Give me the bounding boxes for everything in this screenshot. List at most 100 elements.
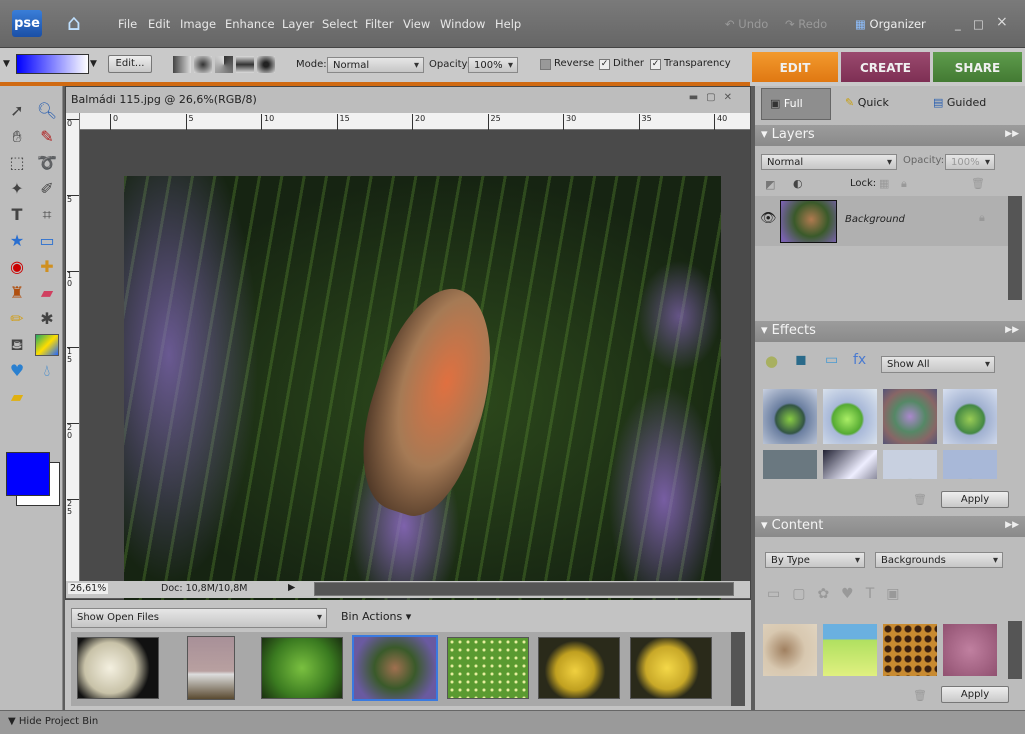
mode-select[interactable]: Normal	[327, 57, 424, 73]
document-image[interactable]	[124, 176, 721, 623]
custom-shape-icon[interactable]: ♥	[5, 360, 29, 382]
layer-opacity-input[interactable]: 100%	[945, 154, 995, 170]
tab-create[interactable]: CREATE	[841, 52, 930, 82]
tool-preset-arrow-icon[interactable]: ▼	[3, 59, 10, 69]
menu-select[interactable]: Select	[322, 17, 357, 31]
tab-share[interactable]: SHARE	[933, 52, 1022, 82]
canvas-area[interactable]	[80, 130, 750, 623]
bin-thumb-yellow-rose-2[interactable]	[630, 637, 712, 699]
quick-selection-icon[interactable]: ✐	[35, 178, 59, 200]
pencil-icon[interactable]: ✏	[5, 308, 29, 330]
red-eye-icon[interactable]: ◉	[5, 256, 29, 278]
magic-wand-icon[interactable]: ✦	[5, 178, 29, 200]
healing-brush-icon[interactable]: ✚	[35, 256, 59, 278]
effects-filter-select[interactable]: Show All	[881, 356, 995, 373]
menu-image[interactable]: Image	[180, 17, 216, 31]
opacity-input[interactable]: 100%	[468, 57, 518, 73]
sponge-tool-icon[interactable]: ▰	[5, 386, 29, 408]
effect-thumb[interactable]	[823, 450, 877, 479]
content-thumb-map[interactable]	[763, 624, 817, 676]
menu-enhance[interactable]: Enhance	[225, 17, 275, 31]
clone-stamp-icon[interactable]: ♜	[5, 282, 29, 304]
bin-thumb-meadow[interactable]	[447, 637, 529, 699]
hide-project-bin-button[interactable]: Hide Project Bin	[19, 716, 98, 727]
content-type-icons[interactable]: ▭▢✿♥T▣	[767, 586, 912, 602]
full-edit-button[interactable]: ▣ Full	[761, 88, 831, 120]
bin-actions-menu[interactable]: Bin Actions ▾	[341, 610, 411, 623]
all-effects-icon[interactable]: fx	[853, 352, 866, 368]
eyedropper-icon[interactable]: ✎	[35, 126, 59, 148]
layer-blend-select[interactable]: Normal	[761, 154, 897, 170]
hide-bin-arrow-icon[interactable]: ▼	[8, 716, 16, 727]
blur-tool-icon[interactable]: 💧︎	[35, 360, 59, 382]
angle-gradient-button[interactable]	[215, 56, 233, 73]
effect-thumb[interactable]	[763, 450, 817, 479]
straighten-icon[interactable]: ▭	[35, 230, 59, 252]
effect-thumb[interactable]	[883, 450, 937, 479]
maximize-button[interactable]: □	[973, 17, 984, 31]
status-menu-arrow-icon[interactable]: ▶	[288, 582, 295, 593]
edit-gradient-button[interactable]: Edit...	[108, 55, 152, 73]
redo-button[interactable]: ↷ Redo	[785, 17, 827, 31]
radial-gradient-button[interactable]	[194, 56, 212, 73]
horizontal-scrollbar[interactable]	[314, 582, 734, 596]
paint-bucket-icon[interactable]: ⛾	[5, 334, 29, 356]
lasso-icon[interactable]: ➰	[35, 152, 59, 174]
transparency-checkbox[interactable]: ✓	[650, 59, 661, 70]
content-scrollbar[interactable]	[1008, 621, 1022, 679]
effect-thumb[interactable]	[823, 389, 877, 444]
document-window-controls[interactable]: ▬▢✕	[689, 92, 740, 103]
eraser-icon[interactable]: ▰	[35, 282, 59, 304]
visibility-eye-icon[interactable]: 👁︎	[760, 211, 777, 226]
marquee-icon[interactable]: ⬚	[5, 152, 29, 174]
layer-styles-icon[interactable]: ◼	[795, 352, 807, 368]
layers-scrollbar[interactable]	[1008, 196, 1022, 300]
bin-thumb-fig-leaf[interactable]	[261, 637, 343, 699]
hand-tool-icon[interactable]: ✋︎	[5, 126, 29, 148]
quick-edit-button[interactable]: ✎ Quick	[845, 96, 889, 109]
filters-icon[interactable]: ●	[765, 352, 778, 370]
content-by-select[interactable]: By Type	[765, 552, 865, 568]
effects-apply-button[interactable]: Apply	[941, 491, 1009, 508]
linear-gradient-button[interactable]	[173, 56, 191, 73]
lock-transparent-icon[interactable]: ▦	[879, 177, 889, 190]
lock-all-icon[interactable]: 🔒︎	[901, 177, 907, 191]
type-tool-icon[interactable]: T	[5, 204, 29, 226]
tab-edit[interactable]: EDIT	[752, 52, 838, 82]
organizer-button[interactable]: ▦ Organizer	[855, 17, 926, 31]
zoom-level[interactable]: 26,61%	[68, 583, 108, 594]
content-category-select[interactable]: Backgrounds	[875, 552, 1003, 568]
effect-thumb[interactable]	[883, 389, 937, 444]
effect-thumb[interactable]	[943, 450, 997, 479]
panel-menu-icon[interactable]: ▶▶	[1005, 325, 1019, 335]
panel-menu-icon[interactable]: ▶▶	[1005, 129, 1019, 139]
zoom-tool-icon[interactable]: 🔍︎	[35, 100, 59, 122]
cookie-cutter-icon[interactable]: ★	[5, 230, 29, 252]
menu-view[interactable]: View	[403, 17, 430, 31]
content-thumb-pink[interactable]	[943, 624, 997, 676]
bin-thumb-yellow-rose[interactable]	[538, 637, 620, 699]
close-button[interactable]: ×	[996, 14, 1008, 30]
content-thumb-leopard[interactable]	[883, 624, 937, 676]
gradient-picker[interactable]	[16, 54, 89, 74]
brush-icon[interactable]: ✱	[35, 308, 59, 330]
dither-checkbox[interactable]: ✓	[599, 59, 610, 70]
gradient-tool-icon[interactable]	[35, 334, 59, 356]
bin-thumb-rainbow[interactable]	[187, 636, 235, 700]
reverse-checkbox[interactable]	[540, 59, 551, 70]
adjustment-layer-icon[interactable]: ◐	[793, 177, 803, 190]
bin-scrollbar[interactable]	[731, 632, 745, 706]
content-panel-header[interactable]: ▾ Content ▶▶	[755, 516, 1025, 537]
menu-edit[interactable]: Edit	[148, 17, 170, 31]
content-thumb-cartoon[interactable]	[823, 624, 877, 676]
gradient-dropdown-icon[interactable]: ▼	[90, 59, 97, 69]
effects-panel-header[interactable]: ▾ Effects ▶▶	[755, 321, 1025, 342]
home-icon[interactable]: ⌂	[60, 10, 88, 38]
foreground-color[interactable]	[6, 452, 50, 496]
undo-button[interactable]: ↶ Undo	[725, 17, 768, 31]
panel-menu-icon[interactable]: ▶▶	[1005, 520, 1019, 530]
menu-file[interactable]: File	[118, 17, 137, 31]
delete-layer-icon[interactable]: 🗑︎	[971, 177, 985, 190]
guided-edit-button[interactable]: ▤ Guided	[933, 96, 986, 109]
minimize-button[interactable]: _	[955, 17, 961, 31]
